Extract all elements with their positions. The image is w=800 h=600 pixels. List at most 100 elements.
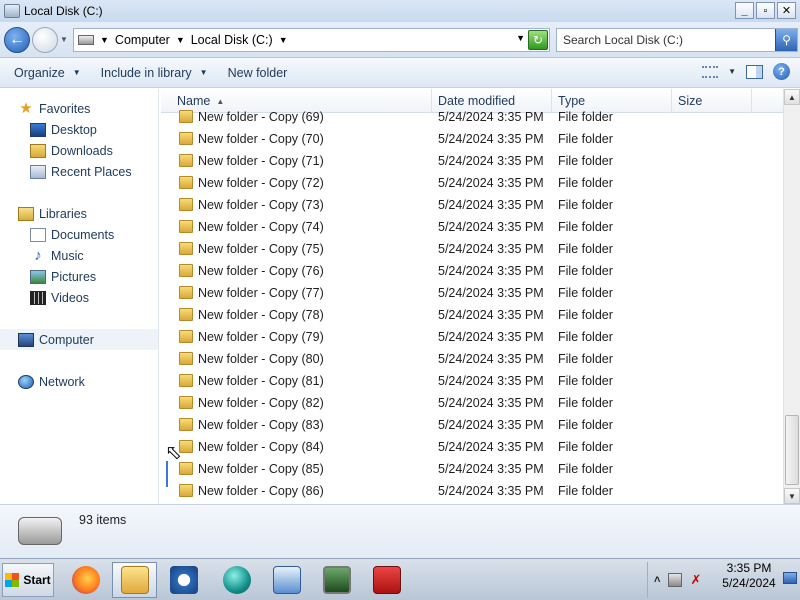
file-type: File folder <box>558 462 613 476</box>
refresh-button[interactable]: ↻ <box>528 30 548 50</box>
table-row[interactable]: New folder - Copy (86) 5/24/2024 3:35 PM F… <box>161 480 783 502</box>
breadcrumb-chevron-icon[interactable]: ▼ <box>100 35 109 45</box>
search-placeholder: Search Local Disk (C:) <box>563 33 684 47</box>
file-type: File folder <box>558 396 613 410</box>
table-row[interactable]: New folder - Copy (72) 5/24/2024 3:35 PM F… <box>161 172 783 194</box>
drive-icon <box>4 4 20 18</box>
new-folder-button[interactable]: New folder <box>228 66 288 80</box>
file-date: 5/24/2024 3:35 PM <box>438 396 544 410</box>
vertical-scrollbar[interactable]: ▲ ▼ <box>783 89 800 504</box>
taskbar-control-panel[interactable] <box>264 562 309 598</box>
file-date: 5/24/2024 3:35 PM <box>438 110 544 124</box>
file-date: 5/24/2024 3:35 PM <box>438 374 544 388</box>
nav-label: Computer <box>39 332 94 347</box>
scroll-thumb[interactable] <box>785 415 799 485</box>
clock-date: 5/24/2024 <box>722 576 776 590</box>
file-date: 5/24/2024 3:35 PM <box>438 440 544 454</box>
file-type: File folder <box>558 440 613 454</box>
file-name: New folder - Copy (70) <box>198 132 324 146</box>
clock[interactable]: 3:35 PM 5/24/2024 <box>720 561 778 591</box>
table-row[interactable]: New folder - Copy (81) 5/24/2024 3:35 PM F… <box>161 370 783 392</box>
taskbar-system-monitor[interactable] <box>314 562 359 598</box>
table-row[interactable]: New folder - Copy (80) 5/24/2024 3:35 PM F… <box>161 348 783 370</box>
nav-network[interactable]: Network <box>18 371 176 392</box>
file-name: New folder - Copy (75) <box>198 242 324 256</box>
insertion-marker <box>166 461 168 487</box>
file-type: File folder <box>558 264 613 278</box>
minimize-button[interactable]: _ <box>735 2 754 19</box>
table-row[interactable]: New folder - Copy (82) 5/24/2024 3:35 PM F… <box>161 392 783 414</box>
scroll-down-button[interactable]: ▼ <box>784 488 800 504</box>
breadcrumb-chevron-icon[interactable]: ▼ <box>279 35 288 45</box>
scroll-up-button[interactable]: ▲ <box>784 89 800 105</box>
show-hidden-icons-chevron-icon[interactable]: ˄ <box>654 574 660 586</box>
table-row[interactable]: New folder - Copy (84) 5/24/2024 3:35 PM F… <box>161 436 783 458</box>
table-row[interactable]: New folder - Copy (71) 5/24/2024 3:35 PM F… <box>161 150 783 172</box>
chevron-down-icon: ▼ <box>199 68 208 77</box>
file-name: New folder - Copy (78) <box>198 308 324 322</box>
nav-computer[interactable]: Computer <box>0 329 158 350</box>
control-panel-icon <box>272 566 301 594</box>
preview-pane-icon[interactable] <box>746 64 763 79</box>
file-type: File folder <box>558 418 613 432</box>
table-row[interactable]: New folder - Copy (78) 5/24/2024 3:35 PM F… <box>161 304 783 326</box>
item-count: 93 items <box>79 513 127 527</box>
table-row[interactable]: New folder - Copy (83) 5/24/2024 3:35 PM F… <box>161 414 783 436</box>
address-bar[interactable]: ▼ Computer ▼ Local Disk (C:) ▼ ▼ ↻ <box>73 28 550 52</box>
window-controls: _ ▫ ✕ <box>735 2 796 19</box>
network-tray-icon[interactable] <box>668 573 683 587</box>
taskbar-firefox[interactable] <box>63 562 108 598</box>
folder-icon <box>179 286 193 299</box>
search-input[interactable]: Search Local Disk (C:) ⚲ <box>556 28 798 52</box>
file-date: 5/24/2024 3:35 PM <box>438 484 544 498</box>
table-row[interactable]: New folder - Copy (74) 5/24/2024 3:35 PM F… <box>161 216 783 238</box>
start-label: Start <box>23 573 51 587</box>
new-folder-label: New folder <box>227 65 288 80</box>
close-button[interactable]: ✕ <box>777 2 796 19</box>
start-button[interactable]: Start <box>2 563 54 597</box>
search-icon[interactable]: ⚲ <box>775 29 797 51</box>
folder-icon <box>179 352 193 365</box>
address-history-chevron-icon[interactable]: ▼ <box>516 33 525 43</box>
table-row[interactable]: New folder - Copy (79) 5/24/2024 3:35 PM F… <box>161 326 783 348</box>
breadcrumb-chevron-icon[interactable]: ▼ <box>176 35 185 45</box>
taskbar-browser[interactable] <box>214 562 259 598</box>
table-row[interactable]: New folder - Copy (73) 5/24/2024 3:35 PM F… <box>161 194 783 216</box>
breadcrumb-local-disk[interactable]: Local Disk (C:) <box>191 33 273 47</box>
organize-button[interactable]: Organize ▼ <box>14 66 81 80</box>
table-row[interactable]: New folder - Copy (69) 5/24/2024 3:35 PM F… <box>161 106 783 128</box>
file-date: 5/24/2024 3:35 PM <box>438 418 544 432</box>
nav-label: Videos <box>51 290 89 305</box>
taskbar-explorer[interactable] <box>112 562 157 598</box>
help-icon[interactable]: ? <box>773 63 790 80</box>
recent-pages-chevron-icon[interactable]: ▼ <box>60 35 68 44</box>
back-button[interactable]: ← <box>4 27 30 53</box>
table-row[interactable]: New folder - Copy (85) 5/24/2024 3:35 PM F… <box>161 458 783 480</box>
table-row[interactable]: New folder - Copy (77) 5/24/2024 3:35 PM F… <box>161 282 783 304</box>
taskbar-media-player[interactable] <box>161 562 206 598</box>
network-icon <box>18 374 34 389</box>
table-row[interactable]: New folder - Copy (76) 5/24/2024 3:35 PM F… <box>161 260 783 282</box>
maximize-button[interactable]: ▫ <box>756 2 775 19</box>
nav-label: Favorites <box>39 101 91 116</box>
file-type: File folder <box>558 154 613 168</box>
navigation-pane: ★ Favorites Desktop Downloads Recent Pla… <box>0 89 159 504</box>
volume-muted-icon[interactable]: ✗ <box>690 573 704 587</box>
show-desktop-button[interactable] <box>783 572 797 584</box>
include-in-library-button[interactable]: Include in library ▼ <box>101 66 208 80</box>
views-icon[interactable] <box>702 65 719 78</box>
file-name: New folder - Copy (84) <box>198 440 324 454</box>
forward-button[interactable] <box>32 27 58 53</box>
file-type: File folder <box>558 242 613 256</box>
table-row[interactable]: New folder - Copy (75) 5/24/2024 3:35 PM F… <box>161 238 783 260</box>
breadcrumb-computer[interactable]: Computer <box>115 33 170 47</box>
browser-globe-icon <box>222 566 251 594</box>
folder-icon <box>179 484 193 497</box>
table-row[interactable]: New folder - Copy (70) 5/24/2024 3:35 PM F… <box>161 128 783 150</box>
taskbar-toolbox[interactable] <box>364 562 409 598</box>
nav-libraries[interactable]: Libraries <box>18 203 176 224</box>
views-chevron-icon[interactable]: ▼ <box>728 67 736 76</box>
nav-favorites[interactable]: ★ Favorites <box>18 98 176 119</box>
file-type: File folder <box>558 220 613 234</box>
nav-label: Music <box>51 248 84 263</box>
